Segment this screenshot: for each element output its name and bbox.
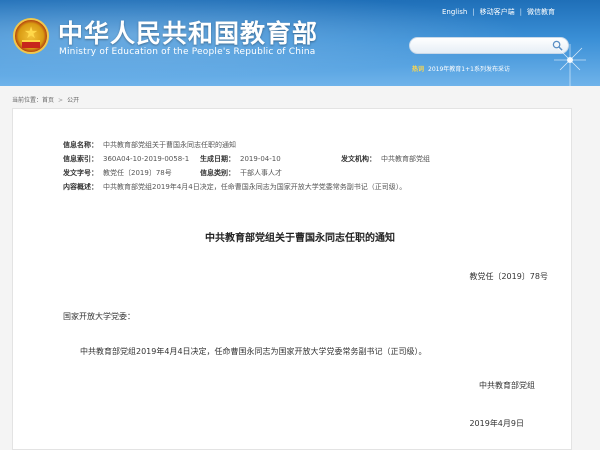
meta-name-value: 中共教育部党组关于曹国永同志任职的通知 — [103, 141, 236, 149]
meta-category-key: 信息类别： — [200, 169, 235, 177]
link-divider: | — [519, 8, 522, 16]
meta-index-key: 信息索引： — [63, 155, 98, 163]
meta-org-value: 中共教育部党组 — [381, 155, 430, 163]
hot-words: 热词 2019年教育1+1系列发布采访 — [412, 64, 510, 73]
site-subtitle: Ministry of Education of the People's Re… — [59, 47, 316, 57]
meta-docnum-value: 教党任〔2019〕78号 — [103, 169, 172, 177]
document-title: 中共教育部党组关于曹国永同志任职的通知 — [205, 233, 395, 244]
breadcrumb-home-link[interactable]: 首页 — [42, 97, 54, 104]
meta-index: 信息索引： 360A04-10-2019-0058-1 — [63, 154, 189, 164]
english-link[interactable]: English — [442, 8, 467, 16]
meta-index-value: 360A04-10-2019-0058-1 — [103, 155, 190, 163]
breadcrumb: 当前位置：首页 > 公开 — [12, 95, 79, 104]
breadcrumb-public-link[interactable]: 公开 — [67, 97, 79, 104]
meta-summary: 内容概述： 中共教育部党组2019年4月4日决定，任命曹国永同志为国家开放大学党委… — [63, 182, 406, 192]
dandelion-decoration-icon — [554, 44, 586, 86]
site-title[interactable]: 中华人民共和国教育部 — [58, 14, 318, 50]
document-date: 2019年4月9日 — [469, 419, 524, 428]
meta-date-value: 2019-04-10 — [240, 155, 281, 163]
top-links: English | 移动客户端 | 微信教育 — [442, 7, 555, 17]
meta-category-value: 干部人事人才 — [240, 169, 282, 177]
search-input[interactable] — [416, 40, 546, 52]
document-body: 中共教育部党组2019年4月4日决定，任命曹国永同志为国家开放大学党委常务副书记… — [80, 347, 427, 356]
meta-date-key: 生成日期： — [200, 155, 235, 163]
document-addressee: 国家开放大学党委： — [63, 312, 135, 321]
meta-summary-value: 中共教育部党组2019年4月4日决定，任命曹国永同志为国家开放大学党委常务副书记… — [103, 183, 407, 191]
meta-org: 发文机构： 中共教育部党组 — [341, 154, 430, 164]
hot-words-link[interactable]: 2019年教育1+1系列发布采访 — [428, 66, 510, 73]
meta-category: 信息类别： 干部人事人才 — [200, 168, 282, 178]
breadcrumb-separator: > — [58, 97, 64, 104]
meta-docnum-key: 发文字号： — [63, 169, 98, 177]
national-emblem-icon[interactable]: ★ — [13, 18, 49, 54]
meta-summary-key: 内容概述： — [63, 183, 98, 191]
document-signature: 中共教育部党组 — [479, 381, 535, 390]
link-divider: | — [472, 8, 475, 16]
meta-docnum: 发文字号： 教党任〔2019〕78号 — [63, 168, 172, 178]
meta-name-key: 信息名称： — [63, 141, 98, 149]
site-header: ★ 中华人民共和国教育部 Ministry of Education of th… — [0, 0, 600, 86]
wechat-link[interactable]: 微信教育 — [527, 8, 555, 16]
hot-words-label: 热词 — [412, 66, 425, 73]
breadcrumb-label: 当前位置： — [12, 97, 43, 104]
document-number: 教党任〔2019〕78号 — [469, 272, 548, 281]
mobile-client-link[interactable]: 移动客户端 — [480, 8, 515, 16]
meta-org-key: 发文机构： — [341, 155, 376, 163]
meta-name: 信息名称： 中共教育部党组关于曹国永同志任职的通知 — [63, 140, 236, 150]
meta-date: 生成日期： 2019-04-10 — [200, 154, 281, 164]
